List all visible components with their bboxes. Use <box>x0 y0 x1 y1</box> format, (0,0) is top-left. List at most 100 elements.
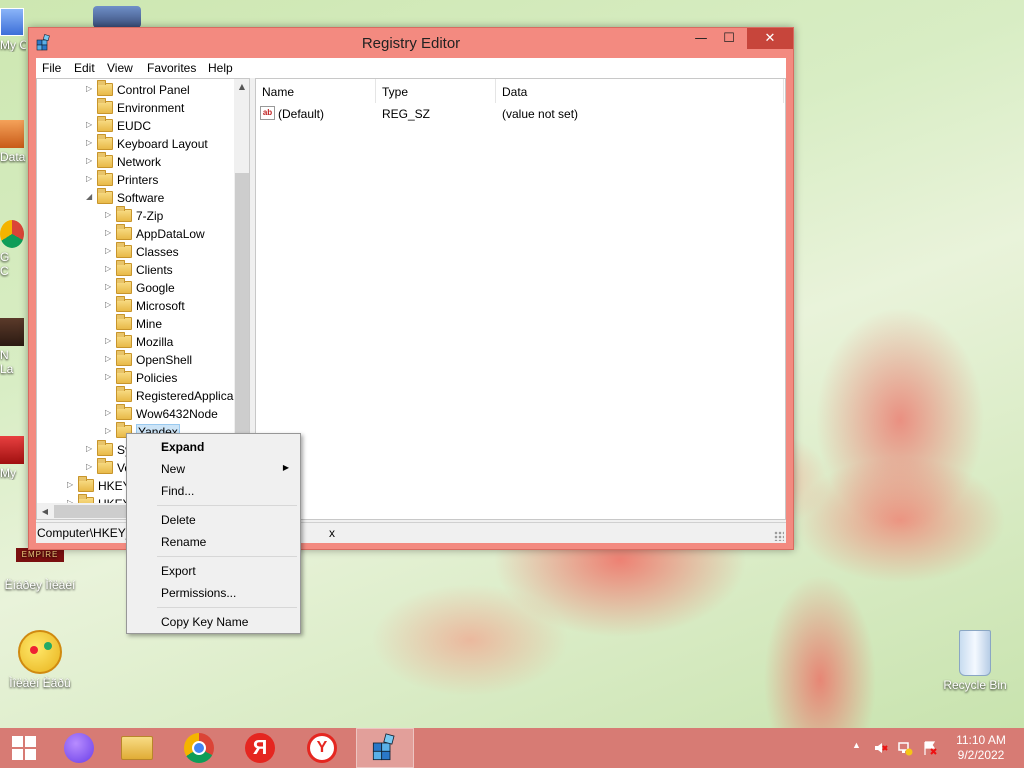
context-rename[interactable]: Rename <box>129 531 298 553</box>
tree-expander-icon[interactable]: ▷ <box>105 372 115 381</box>
tree-item[interactable]: ▷ Microsoft <box>105 296 249 315</box>
column-header-name[interactable]: Name <box>256 79 376 103</box>
show-hidden-icons-arrow-icon[interactable]: ▲ <box>852 740 861 768</box>
value-data: (value not set) <box>502 107 579 121</box>
minimize-button[interactable]: — <box>687 28 715 49</box>
taskbar: Я Y ▲ 11:10 AM 9/2/2022 <box>0 728 1024 768</box>
network-icon[interactable] <box>897 740 913 756</box>
tree-expander-icon[interactable]: ▷ <box>105 336 115 345</box>
menu-bar: File Edit View Favorites Help <box>36 58 786 78</box>
menu-edit[interactable]: Edit <box>74 61 95 75</box>
tree-expander-icon[interactable]: ▷ <box>105 228 115 237</box>
tree-item[interactable]: ▷ Keyboard Layout <box>86 134 249 153</box>
folder-icon <box>97 458 113 474</box>
taskbar-yandex[interactable]: Я <box>232 728 290 768</box>
tree-expander-icon[interactable]: ▷ <box>86 156 96 165</box>
close-button[interactable]: ✕ <box>747 28 793 49</box>
tree-item[interactable]: ▷ EUDC <box>86 116 249 135</box>
tree-expander-icon[interactable]: ▷ <box>86 174 96 183</box>
context-copy-key-name[interactable]: Copy Key Name <box>129 611 298 633</box>
folder-shape <box>116 296 132 312</box>
tree-expander-icon[interactable]: ▷ <box>86 138 96 147</box>
folder-icon <box>116 404 132 420</box>
menu-help[interactable]: Help <box>208 61 233 75</box>
context-delete[interactable]: Delete <box>129 509 298 531</box>
scroll-left-arrow-icon[interactable]: ◀ <box>37 503 53 519</box>
tree-item[interactable]: ▷ Google <box>105 278 249 297</box>
values-list[interactable]: Name Type Data ab (Default) REG_SZ (valu… <box>255 78 786 520</box>
tree-expander-icon[interactable]: ▷ <box>105 282 115 291</box>
tree-item[interactable]: ▷ Clients <box>105 260 249 279</box>
scroll-up-arrow-icon[interactable]: ▲ <box>234 79 249 95</box>
tree-item[interactable]: RegisteredApplica <box>105 386 249 405</box>
recycle-bin-icon[interactable]: Recycle Bin <box>935 630 1015 692</box>
string-value-icon: ab <box>260 106 275 120</box>
tree-item[interactable]: ▷ Printers <box>86 170 249 189</box>
menu-favorites[interactable]: Favorites <box>147 61 196 75</box>
tree-item[interactable]: ▷ Wow6432Node <box>105 404 249 423</box>
status-path: Computer\HKEY_ <box>37 526 133 540</box>
tree-expander-icon[interactable]: ▷ <box>105 354 115 363</box>
column-header-data[interactable]: Data <box>496 79 784 103</box>
desktop-icon-my-documents[interactable]: My <box>0 436 26 480</box>
menu-file[interactable]: File <box>42 61 61 75</box>
games-icon[interactable]: Ìîëàèí Èãðû <box>0 630 80 690</box>
desktop-icon-top-game[interactable] <box>93 6 141 28</box>
tree-expander-icon[interactable]: ▷ <box>86 444 96 453</box>
tree-item[interactable]: ▷ Network <box>86 152 249 171</box>
action-center-flag-icon[interactable] <box>922 740 938 756</box>
tree-expander-icon[interactable]: ▷ <box>105 408 115 417</box>
desktop-icon-game[interactable]: N La <box>0 318 26 376</box>
title-bar[interactable]: Registry Editor — ☐ ✕ <box>29 28 793 58</box>
system-clock[interactable]: 11:10 AM 9/2/2022 <box>950 733 1012 763</box>
taskbar-chrome[interactable] <box>170 728 228 768</box>
resize-grip-icon[interactable] <box>774 531 784 541</box>
status-path-end: x <box>329 526 335 540</box>
tree-expander-icon[interactable]: ▷ <box>105 300 115 309</box>
tree-item[interactable]: ▷ AppDataLow <box>105 224 249 243</box>
desktop-icon-my-computer[interactable]: My C <box>0 8 26 52</box>
maximize-button[interactable]: ☐ <box>715 28 743 49</box>
menu-view[interactable]: View <box>107 61 133 75</box>
tree-item[interactable]: Mine <box>105 314 249 333</box>
tree-expander-icon[interactable]: ▷ <box>105 264 115 273</box>
tree-item[interactable]: ▷ Control Panel <box>86 80 249 99</box>
context-permissions[interactable]: Permissions... <box>129 582 298 604</box>
tree-item[interactable]: ▷ 7-Zip <box>105 206 249 225</box>
context-export[interactable]: Export <box>129 560 298 582</box>
volume-muted-icon[interactable] <box>873 740 889 756</box>
taskbar-file-explorer[interactable] <box>108 728 166 768</box>
tree-expander-icon[interactable]: ◢ <box>86 192 96 201</box>
tree-item[interactable]: ▷ Classes <box>105 242 249 261</box>
tree-expander-icon[interactable]: ▷ <box>105 246 115 255</box>
context-expand[interactable]: Expand <box>129 436 298 458</box>
context-new[interactable]: New ▶ <box>129 458 298 480</box>
folder-icon <box>78 476 94 492</box>
tree-expander-icon[interactable]: ▷ <box>105 426 115 435</box>
tree-item[interactable]: ▷ Mozilla <box>105 332 249 351</box>
taskbar-alice-assistant[interactable] <box>50 728 108 768</box>
tree-expander-icon[interactable]: ▷ <box>67 480 77 489</box>
value-name: (Default) <box>278 107 325 121</box>
folder-shape <box>116 332 132 348</box>
tree-expander-icon[interactable]: ▷ <box>105 210 115 219</box>
tree-expander-icon[interactable]: ▷ <box>86 462 96 471</box>
empire-game-icon[interactable]: EMPIRE Ëíáðey Ìîëàèí <box>0 548 80 592</box>
taskbar-registry-editor[interactable] <box>356 728 414 768</box>
tree-item[interactable]: ▷ OpenShell <box>105 350 249 369</box>
taskbar-yandex-browser[interactable]: Y <box>294 728 352 768</box>
column-header-type[interactable]: Type <box>376 79 496 103</box>
start-button[interactable] <box>0 728 50 768</box>
tree-item[interactable]: ▷ Policies <box>105 368 249 387</box>
tree-item-label: Network <box>117 155 162 169</box>
tree-item-label: Mine <box>136 317 163 331</box>
desktop-icon-google-chrome[interactable]: G C <box>0 220 26 278</box>
tree-item-label: EUDC <box>117 119 152 133</box>
list-item[interactable]: ab (Default) REG_SZ (value not set) <box>256 105 784 123</box>
tree-item[interactable]: Environment <box>86 98 249 117</box>
context-find[interactable]: Find... <box>129 480 298 502</box>
tree-item[interactable]: ◢ Software <box>86 188 249 207</box>
tree-expander-icon[interactable]: ▷ <box>86 120 96 129</box>
tree-expander-icon[interactable]: ▷ <box>86 84 96 93</box>
desktop-icon-data[interactable]: Data <box>0 120 26 164</box>
